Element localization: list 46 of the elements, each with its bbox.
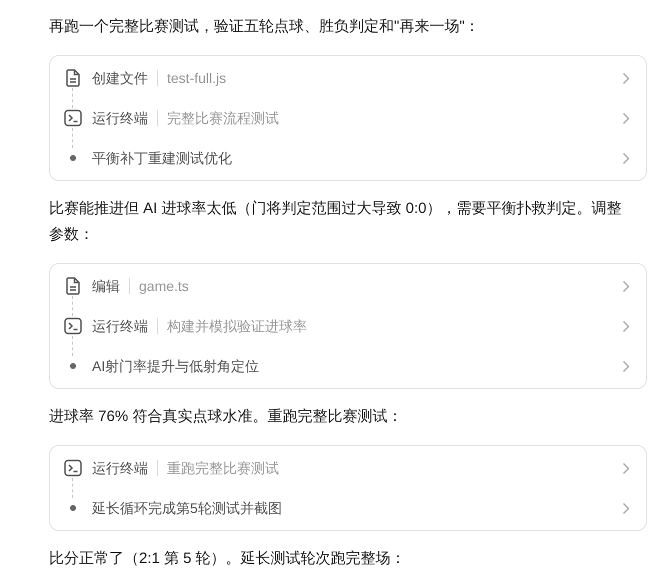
chevron-right-icon (622, 320, 630, 332)
step-row[interactable]: 运行终端 构建并模拟验证进球率 (50, 306, 646, 346)
message-text: 进球率 76% 符合真实点球水准。重跑完整比赛测试： (49, 407, 404, 427)
connector-line (72, 88, 73, 108)
connector-line (72, 128, 73, 148)
message-text: 比分正常了（2:1 第 5 轮）。延长测试轮次跑完整场： (49, 549, 407, 569)
terminal-icon (64, 459, 82, 477)
step-detail: test-full.js (167, 68, 226, 88)
step-label: 运行终端 (92, 458, 148, 478)
step-label: 运行终端 (92, 316, 148, 336)
file-icon (65, 69, 81, 87)
step-label: 平衡补丁重建测试优化 (92, 148, 232, 168)
step-row[interactable]: 创建文件 test-full.js (50, 58, 646, 98)
step-label: 编辑 (92, 276, 120, 296)
step-row[interactable]: 延长循环完成第5轮测试并截图 (50, 488, 646, 528)
file-icon (65, 277, 81, 295)
step-row[interactable]: 编辑 game.ts (50, 266, 646, 306)
bullet-icon (70, 363, 76, 369)
connector-line (72, 336, 73, 356)
step-label: 创建文件 (92, 68, 148, 88)
step-detail: 构建并模拟验证进球率 (167, 316, 307, 336)
bullet-icon (70, 155, 76, 161)
step-label: 运行终端 (92, 108, 148, 128)
message-text: 比赛能推进但 AI 进球率太低（门将判定范围过大导致 0:0），需要平衡扑救判定。调整参数： (49, 199, 623, 245)
chevron-right-icon (622, 112, 630, 124)
terminal-icon (64, 317, 82, 335)
step-label: AI射门率提升与低射角定位 (92, 356, 260, 376)
chevron-right-icon (622, 280, 630, 292)
chevron-right-icon (622, 502, 630, 514)
chevron-right-icon (622, 152, 630, 164)
bullet-icon (70, 505, 76, 511)
connector-line (72, 478, 73, 498)
step-row[interactable]: 平衡补丁重建测试优化 (50, 138, 646, 178)
chevron-right-icon (622, 72, 630, 84)
connector-line (72, 296, 73, 316)
chevron-right-icon (622, 462, 630, 474)
step-row[interactable]: AI射门率提升与低射角定位 (50, 346, 646, 386)
terminal-icon (64, 109, 82, 127)
step-detail: 重跑完整比赛测试 (167, 458, 279, 478)
step-detail: game.ts (139, 276, 189, 296)
step-row[interactable]: 运行终端 重跑完整比赛测试 (50, 448, 646, 488)
message-text: 再跑一个完整比赛测试，验证五轮点球、胜负判定和"再来一场"： (49, 17, 481, 37)
step-label: 延长循环完成第5轮测试并截图 (92, 498, 282, 518)
chevron-right-icon (622, 360, 630, 372)
step-row[interactable]: 运行终端 完整比赛流程测试 (50, 98, 646, 138)
step-detail: 完整比赛流程测试 (167, 108, 279, 128)
